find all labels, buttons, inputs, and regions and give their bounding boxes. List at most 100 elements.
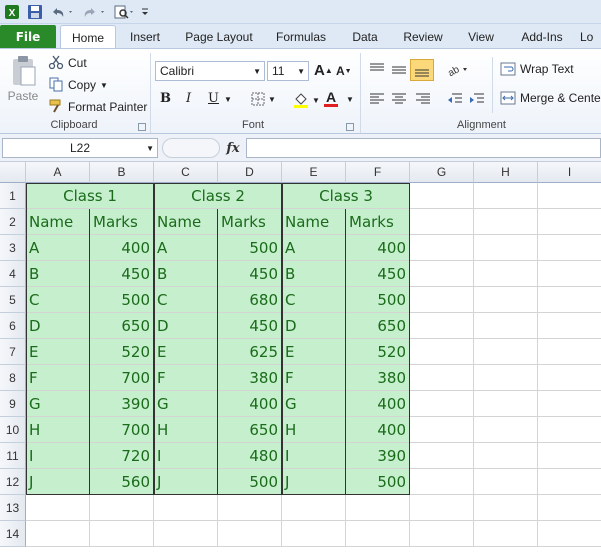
row-header-3[interactable]: 3 [0, 235, 26, 261]
marks-cell[interactable]: 400 [218, 391, 282, 417]
marks-cell[interactable]: 500 [346, 469, 410, 495]
name-box[interactable]: L22 ▼ [2, 138, 158, 158]
class-header[interactable]: Class 2 [154, 183, 282, 209]
merge-center-button[interactable]: Merge & Center [500, 90, 601, 106]
cell-empty[interactable] [410, 417, 474, 443]
paste-button[interactable]: Paste [6, 53, 40, 111]
name-cell[interactable]: I [26, 443, 90, 469]
cell-empty[interactable] [474, 313, 538, 339]
cell-empty[interactable] [218, 495, 282, 521]
cut-button[interactable]: Cut [48, 54, 87, 72]
font-color-button[interactable]: A [324, 90, 338, 107]
cell-empty[interactable] [410, 339, 474, 365]
decrease-indent-button[interactable] [446, 91, 464, 107]
cell-empty[interactable] [410, 365, 474, 391]
cell-empty[interactable] [410, 391, 474, 417]
name-cell[interactable]: H [26, 417, 90, 443]
cell-empty[interactable] [410, 469, 474, 495]
tab-home[interactable]: Home [60, 25, 116, 49]
tab-add-ins[interactable]: Add-Ins [512, 25, 572, 48]
name-cell[interactable]: G [282, 391, 346, 417]
cell-empty[interactable] [282, 521, 346, 547]
bold-button[interactable]: B [160, 91, 171, 106]
cell-empty[interactable] [346, 521, 410, 547]
marks-cell[interactable]: 480 [218, 443, 282, 469]
italic-button[interactable]: I [186, 91, 191, 106]
orientation-button[interactable]: ab [446, 61, 470, 77]
cell-empty[interactable] [538, 339, 601, 365]
cell-empty[interactable] [282, 495, 346, 521]
borders-button[interactable]: ▼ [250, 91, 276, 107]
underline-dropdown-icon[interactable]: ▼ [224, 95, 232, 104]
row-header-9[interactable]: 9 [0, 391, 26, 417]
name-cell[interactable]: E [154, 339, 218, 365]
tab-file[interactable]: File [0, 25, 56, 48]
name-cell[interactable]: D [154, 313, 218, 339]
name-cell[interactable]: G [154, 391, 218, 417]
marks-cell[interactable]: 500 [90, 287, 154, 313]
fill-color-button[interactable]: ▼ [292, 91, 320, 109]
cell-empty[interactable] [538, 313, 601, 339]
cell-empty[interactable] [538, 391, 601, 417]
cell-empty[interactable] [474, 469, 538, 495]
cell-empty[interactable] [474, 443, 538, 469]
grow-font-button[interactable]: A ▲ [314, 62, 333, 79]
marks-cell[interactable]: 380 [346, 365, 410, 391]
font-name-select[interactable]: Calibri ▼ [155, 61, 265, 81]
marks-cell[interactable]: 400 [346, 235, 410, 261]
clipboard-launcher-icon[interactable] [138, 123, 146, 131]
row-header-8[interactable]: 8 [0, 365, 26, 391]
select-all-corner[interactable] [0, 162, 26, 183]
cell-empty[interactable] [26, 521, 90, 547]
marks-cell[interactable]: 650 [90, 313, 154, 339]
cell-empty[interactable] [90, 495, 154, 521]
name-cell[interactable]: I [282, 443, 346, 469]
cell-empty[interactable] [474, 391, 538, 417]
customize-toolbar-icon[interactable] [140, 2, 150, 22]
save-icon[interactable] [26, 2, 44, 22]
name-cell[interactable]: J [282, 469, 346, 495]
font-launcher-icon[interactable] [346, 123, 354, 131]
wrap-text-button[interactable]: Wrap Text [500, 61, 574, 77]
tab-view[interactable]: View [458, 25, 504, 48]
worksheet-grid[interactable]: A B C D E F G H I 1 2 3 4 5 6 7 8 9 10 11 12 13 14 Class 1 Class… [0, 162, 601, 556]
name-cell[interactable]: J [26, 469, 90, 495]
cell-empty[interactable] [474, 183, 538, 209]
cell-empty[interactable] [538, 261, 601, 287]
name-cell[interactable]: E [26, 339, 90, 365]
marks-cell[interactable]: 500 [218, 235, 282, 261]
align-middle-button[interactable] [390, 61, 408, 77]
align-bottom-button[interactable] [410, 59, 434, 81]
shrink-font-button[interactable]: A ▼ [336, 64, 352, 78]
tab-page-layout[interactable]: Page Layout [178, 25, 260, 48]
cell-empty[interactable] [26, 495, 90, 521]
name-cell[interactable]: C [282, 287, 346, 313]
redo-icon[interactable] [80, 2, 108, 22]
name-cell[interactable]: B [26, 261, 90, 287]
marks-cell[interactable]: 520 [90, 339, 154, 365]
print-preview-icon[interactable] [112, 2, 136, 22]
row-header-12[interactable]: 12 [0, 469, 26, 495]
marks-cell[interactable]: 500 [218, 469, 282, 495]
cell-empty[interactable] [154, 495, 218, 521]
column-header-g[interactable]: G [410, 162, 474, 183]
cell-empty[interactable] [538, 365, 601, 391]
copy-button[interactable]: Copy ▼ [48, 76, 108, 94]
column-header-b[interactable]: B [90, 162, 154, 183]
class-header[interactable]: Class 1 [26, 183, 154, 209]
cell-empty[interactable] [410, 313, 474, 339]
cell-empty[interactable] [538, 235, 601, 261]
cell-empty[interactable] [474, 339, 538, 365]
cell-empty[interactable] [538, 183, 601, 209]
name-cell[interactable]: D [26, 313, 90, 339]
font-size-select[interactable]: 11 ▼ [267, 61, 309, 81]
name-cell[interactable]: A [282, 235, 346, 261]
marks-cell[interactable]: 650 [218, 417, 282, 443]
row-header-6[interactable]: 6 [0, 313, 26, 339]
align-left-button[interactable] [368, 91, 386, 107]
name-cell[interactable]: D [282, 313, 346, 339]
cell-empty[interactable] [474, 261, 538, 287]
marks-cell[interactable]: 380 [218, 365, 282, 391]
cell-empty[interactable] [474, 417, 538, 443]
marks-cell[interactable]: 700 [90, 365, 154, 391]
